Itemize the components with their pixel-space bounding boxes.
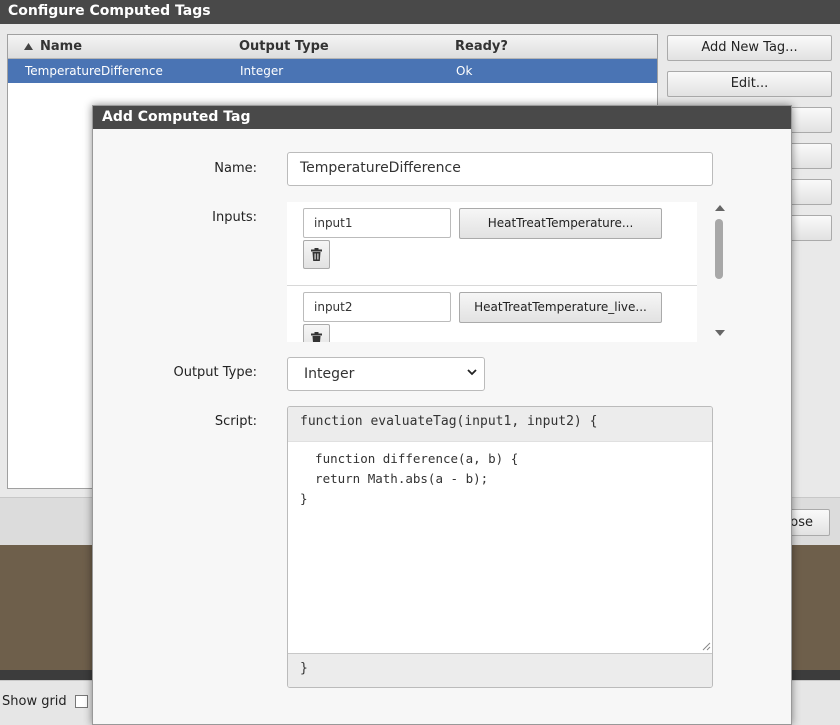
window-title: Configure Computed Tags [0,0,840,24]
script-footer: } [288,653,712,687]
delete-input-button[interactable] [303,240,330,269]
list-item: input2 HeatTreatTemperature_live... [287,286,697,342]
edit-button[interactable]: Edit... [667,71,832,97]
delete-input-button[interactable] [303,324,330,342]
sort-asc-icon [24,39,33,54]
cell-ready: Ok [456,64,473,78]
script-label: Script: [214,414,257,429]
scroll-down-arrow-icon[interactable] [715,330,725,336]
add-new-tag-button[interactable]: Add New Tag... [667,35,832,61]
inputs-scrollbar[interactable] [711,202,728,342]
input-tag-button[interactable]: HeatTreatTemperature_live... [459,292,662,323]
scrollbar-thumb[interactable] [715,219,723,279]
trash-icon [311,332,322,342]
output-type-label: Output Type: [173,365,257,380]
resize-grip-icon[interactable] [701,641,711,651]
add-computed-tag-dialog: Add Computed Tag Name: TemperatureDiffer… [92,105,792,725]
table-row[interactable]: TemperatureDifference Integer Ok [8,59,657,83]
input-tag-button[interactable]: HeatTreatTemperature... [459,208,662,239]
input-variable-field[interactable]: input1 [303,208,451,238]
column-header-ready[interactable]: Ready? [455,39,508,54]
scroll-up-arrow-icon[interactable] [715,205,725,211]
column-header-name[interactable]: Name [40,39,82,54]
inputs-list: input1 HeatTreatTemperature... input2 He… [287,202,697,342]
dialog-title: Add Computed Tag [93,106,791,129]
script-header: function evaluateTag(input1, input2) { [288,407,712,442]
input-variable-field[interactable]: input2 [303,292,451,322]
table-header: Name Output Type Ready? [8,35,657,59]
cell-name: TemperatureDifference [25,64,163,78]
script-editor: function evaluateTag(input1, input2) { f… [287,406,713,688]
show-grid-label: Show grid [2,694,67,709]
output-type-select[interactable]: Integer [287,357,485,391]
trash-icon [311,248,322,261]
script-textarea[interactable]: function difference(a, b) { return Math.… [288,442,712,654]
output-type-value: Integer [304,366,355,382]
show-grid-checkbox[interactable] [74,695,88,708]
show-grid-option: Show grid S [2,694,106,709]
chevron-down-icon [466,366,478,382]
column-header-output-type[interactable]: Output Type [239,39,329,54]
inputs-label: Inputs: [212,210,257,225]
name-input[interactable]: TemperatureDifference [287,152,713,186]
list-item: input1 HeatTreatTemperature... [287,202,697,286]
cell-output-type: Integer [240,64,284,78]
name-label: Name: [214,161,257,176]
